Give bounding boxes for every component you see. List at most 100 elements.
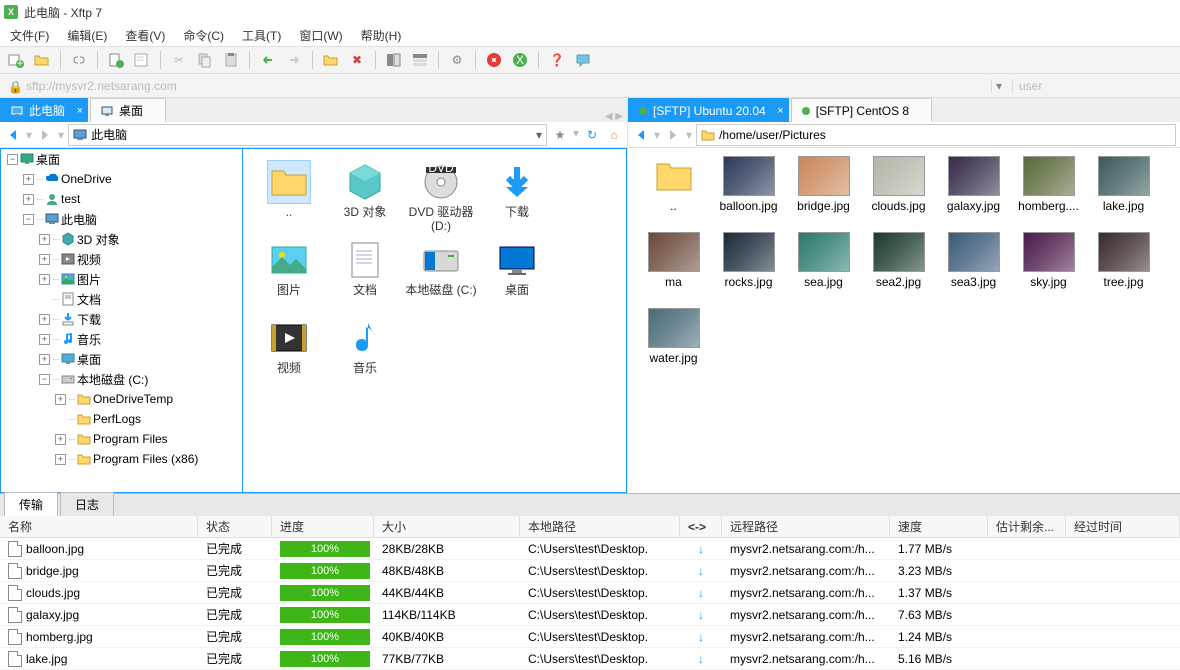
local-path-input[interactable]: 此电脑 ▾: [68, 124, 547, 146]
delete-icon[interactable]: ✖: [349, 52, 365, 68]
col-status[interactable]: 状态: [198, 516, 272, 537]
tree-item[interactable]: +⋯图片: [1, 269, 242, 289]
user-field[interactable]: user: [1012, 79, 1172, 93]
remote-file-item[interactable]: sea3.jpg: [936, 230, 1011, 306]
local-tab-nav[interactable]: ◀ ▶: [605, 111, 623, 122]
red-circle-icon[interactable]: [486, 52, 502, 68]
file-item[interactable]: 音乐: [327, 313, 403, 391]
expand-icon[interactable]: −: [7, 154, 18, 165]
link-icon[interactable]: [71, 52, 87, 68]
expand-icon[interactable]: +: [39, 274, 50, 285]
col-arrow[interactable]: <->: [680, 516, 722, 537]
expand-icon[interactable]: +: [23, 194, 34, 205]
tree-item[interactable]: +⋯OneDriveTemp: [1, 389, 242, 409]
remote-file-item[interactable]: sea.jpg: [786, 230, 861, 306]
menu-item[interactable]: 命令(C): [183, 27, 224, 44]
remote-file-item[interactable]: ma: [636, 230, 711, 306]
expand-icon[interactable]: +: [39, 334, 50, 345]
col-name[interactable]: 名称: [0, 516, 198, 537]
expand-icon[interactable]: −: [23, 214, 34, 225]
view-pane-icon[interactable]: [386, 52, 402, 68]
path-dropdown-icon[interactable]: ▾: [536, 128, 542, 142]
local-file-grid[interactable]: ..3D 对象DVDDVD 驱动器 (D:)下载图片文档本地磁盘 (C:)桌面视…: [243, 148, 627, 493]
file-item[interactable]: 3D 对象: [327, 157, 403, 235]
favorite-icon[interactable]: ★: [551, 126, 569, 144]
back-icon[interactable]: [4, 126, 22, 144]
refresh-icon[interactable]: ↻: [583, 126, 601, 144]
transfer-row[interactable]: galaxy.jpg已完成100%114KB/114KBC:\Users\tes…: [0, 604, 1180, 626]
remote-back-icon[interactable]: [632, 126, 650, 144]
file-item[interactable]: ..: [251, 157, 327, 235]
remote-file-item[interactable]: rocks.jpg: [711, 230, 786, 306]
close-icon[interactable]: ×: [77, 105, 83, 117]
remote-tab[interactable]: [SFTP] CentOS 8: [791, 98, 932, 122]
remote-file-item[interactable]: clouds.jpg: [861, 154, 936, 230]
menu-item[interactable]: 工具(T): [242, 27, 281, 44]
file-item[interactable]: 本地磁盘 (C:): [403, 235, 479, 313]
home-icon[interactable]: ⌂: [605, 126, 623, 144]
remote-file-item[interactable]: water.jpg: [636, 306, 711, 382]
transfer-row[interactable]: clouds.jpg已完成100%44KB/44KBC:\Users\test\…: [0, 582, 1180, 604]
file-item[interactable]: 视频: [251, 313, 327, 391]
help-icon[interactable]: ❓: [549, 52, 565, 68]
local-tab[interactable]: 桌面: [90, 98, 166, 122]
chat-icon[interactable]: [575, 52, 591, 68]
menu-item[interactable]: 帮助(H): [361, 27, 402, 44]
tree-item[interactable]: +⋯视频: [1, 249, 242, 269]
remote-file-item[interactable]: homberg....: [1011, 154, 1086, 230]
remote-file-item[interactable]: lake.jpg: [1086, 154, 1161, 230]
remote-file-item[interactable]: galaxy.jpg: [936, 154, 1011, 230]
settings-icon[interactable]: ⚙: [449, 52, 465, 68]
tree-item[interactable]: +⋯3D 对象: [1, 229, 242, 249]
expand-icon[interactable]: +: [55, 434, 66, 445]
transfer-row[interactable]: lake.jpg已完成100%77KB/77KBC:\Users\test\De…: [0, 648, 1180, 670]
col-elapsed[interactable]: 经过时间: [1066, 516, 1180, 537]
transfer-row[interactable]: balloon.jpg已完成100%28KB/28KBC:\Users\test…: [0, 538, 1180, 560]
folder-tree[interactable]: −桌面+⋯OneDrive+⋯test−⋯此电脑+⋯3D 对象+⋯视频+⋯图片⋯…: [0, 148, 243, 493]
view-list-icon[interactable]: [412, 52, 428, 68]
expand-icon[interactable]: +: [55, 394, 66, 405]
tree-item[interactable]: +⋯OneDrive: [1, 169, 242, 189]
menu-item[interactable]: 编辑(E): [67, 27, 107, 44]
remote-file-item[interactable]: balloon.jpg: [711, 154, 786, 230]
new-folder-icon[interactable]: [323, 52, 339, 68]
remote-tab[interactable]: [SFTP] Ubuntu 20.04×: [628, 98, 789, 122]
tree-item[interactable]: +⋯test: [1, 189, 242, 209]
remote-file-item[interactable]: tree.jpg: [1086, 230, 1161, 306]
transfer-right-icon[interactable]: [286, 52, 302, 68]
remote-file-grid[interactable]: ..balloon.jpgbridge.jpgclouds.jpggalaxy.…: [628, 148, 1180, 493]
file-item[interactable]: 下载: [479, 157, 555, 235]
expand-icon[interactable]: +: [39, 254, 50, 265]
paste-icon[interactable]: [223, 52, 239, 68]
file-item[interactable]: DVDDVD 驱动器 (D:): [403, 157, 479, 235]
expand-icon[interactable]: +: [55, 454, 66, 465]
col-local[interactable]: 本地路径: [520, 516, 680, 537]
menu-item[interactable]: 窗口(W): [299, 27, 342, 44]
tree-item[interactable]: +⋯音乐: [1, 329, 242, 349]
transfer-row[interactable]: homberg.jpg已完成100%40KB/40KBC:\Users\test…: [0, 626, 1180, 648]
tree-item[interactable]: +⋯Program Files (x86): [1, 449, 242, 469]
remote-file-item[interactable]: sea2.jpg: [861, 230, 936, 306]
local-tab[interactable]: 此电脑×: [0, 98, 88, 122]
expand-icon[interactable]: +: [39, 314, 50, 325]
remote-file-item[interactable]: bridge.jpg: [786, 154, 861, 230]
transfer-row[interactable]: bridge.jpg已完成100%48KB/48KBC:\Users\test\…: [0, 560, 1180, 582]
open-folder-icon[interactable]: [34, 52, 50, 68]
remote-path-input[interactable]: /home/user/Pictures: [696, 124, 1176, 146]
remote-forward-icon[interactable]: [664, 126, 682, 144]
tree-item[interactable]: −⋯本地磁盘 (C:): [1, 369, 242, 389]
green-circle-icon[interactable]: X: [512, 52, 528, 68]
col-size[interactable]: 大小: [374, 516, 520, 537]
col-eta[interactable]: 估计剩余...: [988, 516, 1066, 537]
address-dropdown-icon[interactable]: ▾: [991, 79, 1006, 93]
tree-item[interactable]: −⋯此电脑: [1, 209, 242, 229]
file-item[interactable]: 桌面: [479, 235, 555, 313]
forward-icon[interactable]: [36, 126, 54, 144]
expand-icon[interactable]: −: [39, 374, 50, 385]
col-remote[interactable]: 远程路径: [722, 516, 890, 537]
menu-item[interactable]: 查看(V): [125, 27, 165, 44]
copy-icon[interactable]: [197, 52, 213, 68]
new-session-icon[interactable]: +: [8, 52, 24, 68]
col-progress[interactable]: 进度: [272, 516, 374, 537]
tree-item[interactable]: ⋯PerfLogs: [1, 409, 242, 429]
